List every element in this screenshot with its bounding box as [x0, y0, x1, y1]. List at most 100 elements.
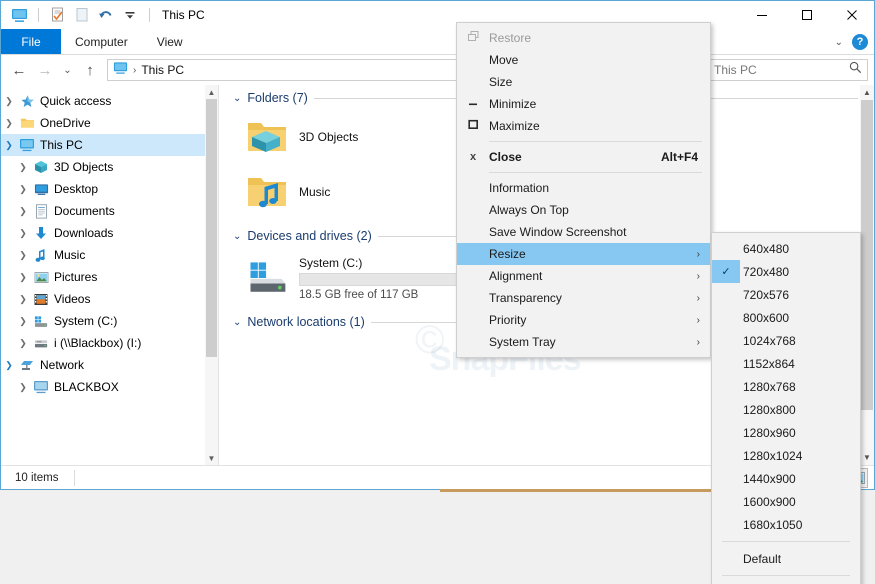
chevron-right-icon[interactable]: ❯: [15, 338, 31, 349]
this-pc-icon[interactable]: [9, 5, 29, 25]
resize-option-1440x900[interactable]: 1440x900: [712, 467, 860, 490]
chevron-right-icon[interactable]: ❯: [1, 96, 17, 107]
menu-item-resize[interactable]: Resize ›: [457, 243, 710, 265]
close-button[interactable]: [829, 1, 874, 29]
sidebar-item-system-c[interactable]: ❯ System (C:): [1, 310, 218, 332]
search-box[interactable]: [708, 59, 868, 81]
scroll-down-icon[interactable]: ▼: [205, 451, 218, 465]
resize-option-640x480[interactable]: 640x480: [712, 237, 860, 260]
menu-item-system-tray[interactable]: System Tray ›: [457, 331, 710, 353]
tab-file[interactable]: File: [1, 29, 61, 54]
search-icon[interactable]: [849, 61, 862, 79]
resize-option-1280x800[interactable]: 1280x800: [712, 398, 860, 421]
menu-item-minimize[interactable]: Minimize: [457, 93, 710, 115]
navigation-pane-scrollbar[interactable]: ▲ ▼: [205, 85, 218, 465]
sidebar-item-network[interactable]: ❯ Network: [1, 354, 218, 376]
menu-item-always-on-top[interactable]: Always On Top: [457, 199, 710, 221]
menu-item-information[interactable]: Information: [457, 177, 710, 199]
chevron-right-icon[interactable]: ❯: [1, 118, 17, 129]
chevron-down-icon[interactable]: ❯: [1, 360, 17, 371]
new-folder-icon[interactable]: [72, 5, 92, 25]
chevron-right-icon[interactable]: ❯: [15, 294, 31, 305]
drive-icon: [31, 315, 51, 328]
recent-locations-button[interactable]: ⌄: [59, 58, 76, 82]
sidebar-item-downloads[interactable]: ❯ Downloads: [1, 222, 218, 244]
chevron-right-icon[interactable]: ❯: [15, 316, 31, 327]
scroll-up-icon[interactable]: ▲: [205, 85, 218, 99]
resize-option-1280x960[interactable]: 1280x960: [712, 421, 860, 444]
menu-item-restore[interactable]: Restore: [457, 27, 710, 49]
resize-option-label: 800x600: [743, 310, 790, 325]
sidebar-item-pictures[interactable]: ❯ Pictures: [1, 266, 218, 288]
breadcrumb-separator[interactable]: ›: [133, 65, 136, 76]
resize-option-720x480[interactable]: ✓ 720x480: [712, 260, 860, 283]
scrollbar-thumb[interactable]: [206, 99, 217, 357]
forward-button[interactable]: →: [33, 58, 57, 82]
menu-item-priority[interactable]: Priority ›: [457, 309, 710, 331]
scroll-up-icon[interactable]: ▲: [860, 85, 874, 100]
resize-option-label: 720x480: [743, 264, 790, 279]
sidebar-item-music[interactable]: ❯ Music: [1, 244, 218, 266]
ribbon-right-controls: ⌄ ?: [835, 29, 868, 55]
menu-item-label: Save Window Screenshot: [489, 225, 627, 239]
menu-item-maximize[interactable]: Maximize: [457, 115, 710, 137]
tab-computer[interactable]: Computer: [61, 29, 142, 54]
resize-option-1152x864[interactable]: 1152x864: [712, 352, 860, 375]
help-icon[interactable]: ?: [852, 34, 868, 50]
chevron-right-icon[interactable]: ❯: [15, 250, 31, 261]
chevron-down-icon[interactable]: ⌄: [233, 93, 241, 104]
tab-view[interactable]: View: [142, 29, 198, 54]
menu-item-alignment[interactable]: Alignment ›: [457, 265, 710, 287]
sidebar-item-blackbox[interactable]: ❯ BLACKBOX: [1, 376, 218, 398]
sidebar-item-label: Pictures: [54, 270, 98, 284]
customize-qat-chevron-down-icon[interactable]: [120, 5, 140, 25]
chevron-right-icon[interactable]: ❯: [15, 228, 31, 239]
chevron-down-icon[interactable]: ❯: [1, 140, 17, 151]
resize-option-default[interactable]: Default: [712, 547, 860, 570]
up-button[interactable]: ↑: [78, 58, 102, 82]
minimize-button[interactable]: [739, 1, 784, 29]
sidebar-item-desktop[interactable]: ❯ Desktop: [1, 178, 218, 200]
menu-item-close[interactable]: x Close Alt+F4: [457, 146, 710, 168]
content-scrollbar[interactable]: ▲ ▼: [860, 85, 874, 465]
menu-item-transparency[interactable]: Transparency ›: [457, 287, 710, 309]
scroll-down-icon[interactable]: ▼: [860, 450, 874, 465]
chevron-down-icon[interactable]: ⌄: [233, 317, 241, 328]
chevron-right-icon[interactable]: ❯: [15, 184, 31, 195]
resize-option-800x600[interactable]: 800x600: [712, 306, 860, 329]
menu-item-move[interactable]: Move: [457, 49, 710, 71]
resize-option-1280x1024[interactable]: 1280x1024: [712, 444, 860, 467]
resize-option-label: 1680x1050: [743, 517, 803, 532]
menu-item-save-window-screenshot[interactable]: Save Window Screenshot: [457, 221, 710, 243]
drive-info: System (C:) 18.5 GB free of 117 GB: [299, 256, 474, 301]
sidebar-item-videos[interactable]: ❯ Videos: [1, 288, 218, 310]
submenu-separator: [722, 575, 850, 576]
resize-option-720x576[interactable]: 720x576: [712, 283, 860, 306]
resize-option-1600x900[interactable]: 1600x900: [712, 490, 860, 513]
sidebar-item-3d-objects[interactable]: ❯ 3D Objects: [1, 156, 218, 178]
sidebar-item-onedrive[interactable]: ❯ OneDrive: [1, 112, 218, 134]
maximize-button[interactable]: [784, 1, 829, 29]
undo-icon[interactable]: [96, 5, 116, 25]
search-input[interactable]: [714, 63, 839, 77]
scrollbar-thumb[interactable]: [861, 100, 873, 410]
resize-option-1680x1050[interactable]: 1680x1050: [712, 513, 860, 536]
chevron-down-icon[interactable]: ⌄: [233, 231, 241, 242]
sidebar-item-this-pc[interactable]: ❯ This PC: [1, 134, 218, 156]
chevron-right-icon[interactable]: ❯: [15, 382, 31, 393]
chevron-right-icon[interactable]: ❯: [15, 206, 31, 217]
chevron-right-icon[interactable]: ❯: [15, 272, 31, 283]
back-button[interactable]: ←: [7, 58, 31, 82]
resize-option-label: 720x576: [743, 287, 790, 302]
breadcrumb-item-this-pc[interactable]: This PC: [141, 63, 184, 77]
sidebar-item-documents[interactable]: ❯ Documents: [1, 200, 218, 222]
sidebar-item-network-drive-i[interactable]: ❯ i (\\Blackbox) (I:): [1, 332, 218, 354]
sidebar-item-label: System (C:): [54, 314, 118, 328]
resize-option-1280x768[interactable]: 1280x768: [712, 375, 860, 398]
resize-option-1024x768[interactable]: 1024x768: [712, 329, 860, 352]
sidebar-item-quick-access[interactable]: ❯ Quick access: [1, 90, 218, 112]
expand-ribbon-chevron-down-icon[interactable]: ⌄: [835, 37, 843, 48]
menu-item-size[interactable]: Size: [457, 71, 710, 93]
properties-icon[interactable]: [48, 5, 68, 25]
chevron-right-icon[interactable]: ❯: [15, 162, 31, 173]
